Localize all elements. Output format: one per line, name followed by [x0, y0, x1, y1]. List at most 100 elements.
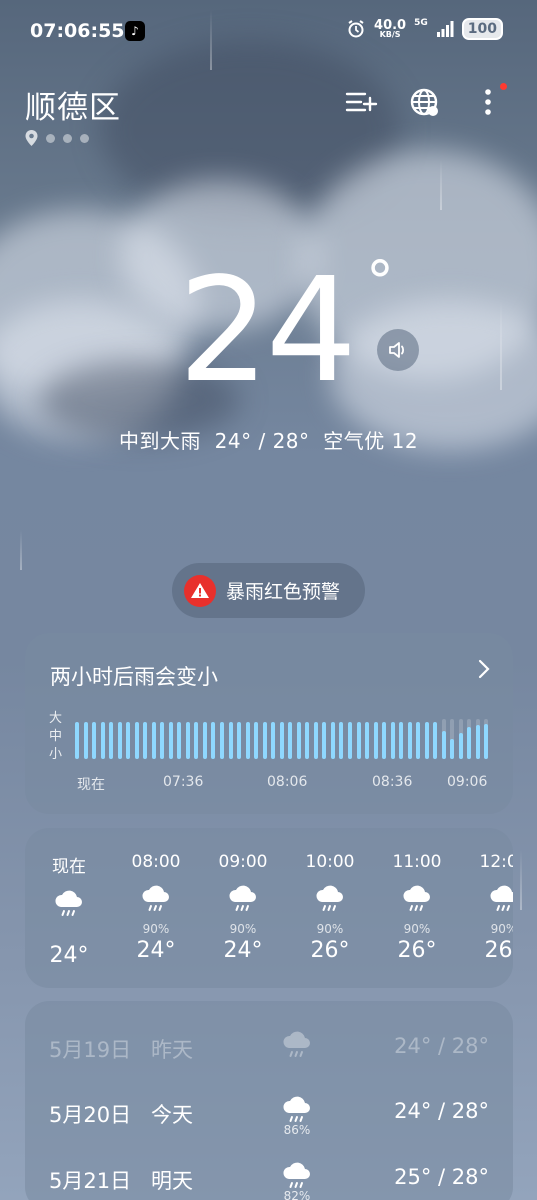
location-title[interactable]: 顺德区	[25, 82, 121, 127]
tiktok-notification-icon: ♪	[125, 21, 145, 41]
day-precip: 82%	[283, 1189, 311, 1200]
precip-bar	[229, 722, 233, 759]
precip-bar	[135, 722, 139, 759]
precip-bar	[408, 722, 412, 759]
alert-label: 暴雨红色预警	[226, 581, 341, 603]
day-date: 5月19日	[49, 1038, 132, 1062]
hour-precip	[29, 927, 109, 943]
signal-icon	[436, 21, 454, 37]
precip-bar	[459, 733, 463, 759]
precip-bar	[263, 722, 267, 759]
rain-icon	[116, 882, 196, 922]
x-label-now: 现在	[77, 777, 105, 793]
rain-icon	[277, 1028, 317, 1067]
chevron-right-icon[interactable]	[477, 659, 491, 685]
precip-bar	[425, 722, 429, 759]
precip-bar	[382, 722, 386, 759]
hour-temp: 26°	[397, 938, 437, 963]
day-name: 今天	[151, 1103, 193, 1127]
hourly-item[interactable]: 10:00 90% 26°	[290, 852, 370, 963]
precip-bar	[416, 722, 420, 759]
precip-bar	[246, 722, 250, 759]
hour-time: 12:00	[479, 852, 514, 872]
precip-bar	[143, 722, 147, 759]
x-label: 09:06	[447, 774, 488, 790]
hour-precip: 90%	[490, 922, 513, 936]
hour-time: 10:00	[305, 852, 355, 872]
precip-bar	[75, 722, 79, 759]
manage-cities-icon[interactable]	[342, 84, 378, 120]
precip-bar	[194, 722, 198, 759]
y-label-medium: 中	[49, 729, 63, 744]
precip-bar	[391, 722, 395, 759]
notification-dot	[500, 83, 507, 90]
hour-time: 11:00	[392, 852, 442, 872]
precipitation-card[interactable]: 两小时后雨会变小 大 中 小 现在 07:36 08:06 08:36 09:0…	[25, 633, 513, 814]
precip-bar	[357, 722, 361, 759]
precip-bar	[484, 724, 488, 759]
hour-precip: 90%	[142, 922, 170, 936]
precipitation-title: 两小时后雨会变小	[50, 665, 218, 689]
day-date: 5月21日	[49, 1169, 132, 1193]
daily-row[interactable]: 5月19日 昨天 24° / 28°	[49, 1031, 489, 1090]
status-right: 40.0 KB/S 5G 100	[346, 18, 503, 40]
precip-bar	[433, 722, 437, 759]
rain-icon	[464, 882, 513, 922]
warning-icon	[184, 574, 216, 607]
hour-temp: 26°	[310, 938, 350, 963]
precip-bar	[374, 722, 378, 759]
hour-time: 08:00	[131, 852, 181, 872]
daily-row[interactable]: 5月20日 今天 86% 24° / 28°	[49, 1096, 489, 1155]
precip-bar	[314, 722, 318, 759]
day-name: 昨天	[151, 1038, 193, 1062]
day-temp-range: 24° / 28°	[394, 1099, 489, 1123]
voice-broadcast-button[interactable]	[377, 329, 419, 371]
rain-icon	[377, 882, 457, 922]
rain-icon	[203, 882, 283, 922]
status-bar: 07:06:55 ♪ 40.0 KB/S 5G 100	[0, 0, 537, 62]
precipitation-bars	[75, 719, 493, 759]
precip-bar	[152, 722, 156, 759]
daily-forecast-card[interactable]: 5月19日 昨天 24° / 28° 5月20日 今天 86% 24° / 28…	[25, 1001, 513, 1200]
precip-bar	[280, 722, 284, 759]
precip-bar	[160, 722, 164, 759]
net-speed-value: 40.0	[374, 17, 407, 33]
precip-bar	[237, 722, 241, 759]
precip-bar	[126, 722, 130, 759]
day-temp-range: 25° / 28°	[394, 1165, 489, 1189]
precip-bar	[476, 725, 480, 759]
page-dot	[46, 133, 55, 143]
speaker-icon	[389, 342, 405, 358]
hourly-item[interactable]: 11:00 90% 26°	[377, 852, 457, 963]
precip-bar	[331, 722, 335, 759]
x-label: 08:36	[372, 774, 413, 790]
globe-icon[interactable]	[406, 84, 442, 120]
precip-bar	[348, 722, 352, 759]
hour-time: 09:00	[218, 852, 268, 872]
hourly-forecast-card[interactable]: 现在 24° 08:00 90% 24° 09:00 90% 24° 10:00…	[25, 828, 513, 988]
location-pin-icon	[25, 130, 38, 146]
daily-row[interactable]: 5月21日 明天 82% 25° / 28°	[49, 1162, 489, 1200]
page-dot	[80, 133, 89, 143]
network-type: 5G	[414, 18, 428, 28]
hourly-item[interactable]: 08:00 90% 24°	[116, 852, 196, 963]
precip-bar	[211, 722, 215, 759]
net-speed: 40.0 KB/S	[374, 17, 407, 39]
rain-icon	[29, 887, 109, 927]
current-temperature: 24	[178, 246, 357, 414]
hour-precip: 90%	[403, 922, 431, 936]
hourly-item[interactable]: 现在 24°	[29, 852, 109, 968]
precip-bar	[118, 722, 122, 759]
hour-temp: 24°	[49, 943, 89, 968]
hour-temp: 24°	[223, 938, 263, 963]
rainstorm-alert-chip[interactable]: 暴雨红色预警	[172, 563, 365, 618]
hourly-item[interactable]: 12:00 90% 26°	[464, 852, 513, 963]
status-time: 07:06:55	[30, 20, 125, 42]
precip-bar	[450, 739, 454, 759]
precip-bar	[467, 727, 471, 759]
precip-bar	[365, 722, 369, 759]
precip-bar	[84, 722, 88, 759]
hourly-item[interactable]: 09:00 90% 24°	[203, 852, 283, 963]
day-name: 明天	[151, 1169, 193, 1193]
battery-indicator: 100	[461, 18, 503, 40]
